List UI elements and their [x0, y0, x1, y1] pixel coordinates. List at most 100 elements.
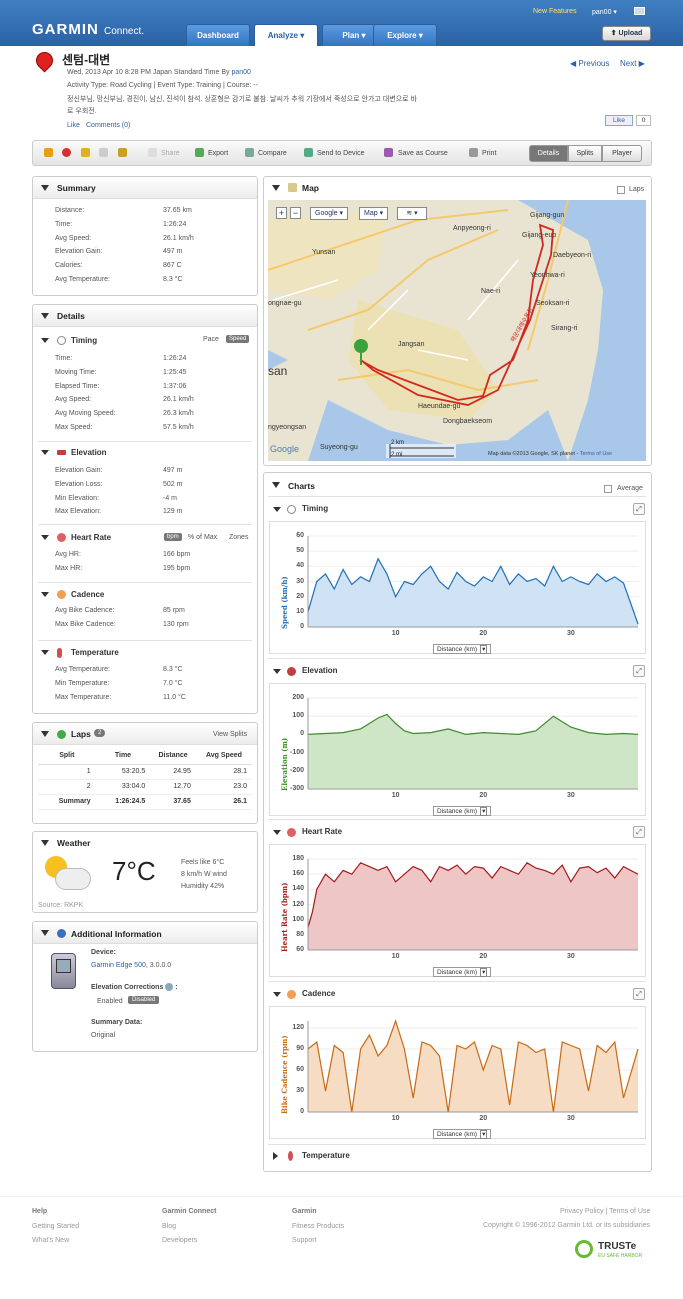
distance-axis-dropdown[interactable]: Distance (km) ▾: [433, 644, 492, 654]
edit-icon[interactable]: [44, 148, 53, 157]
truste-logo[interactable]: TRUSTe: [598, 1241, 636, 1252]
cadence-icon: [57, 590, 66, 599]
view-splits-button[interactable]: Splits: [568, 145, 602, 162]
elevation-icon: [287, 667, 296, 676]
elevation-collapse-icon[interactable]: [273, 669, 281, 674]
temperature-collapse-icon[interactable]: [41, 650, 49, 655]
expand-chart-icon[interactable]: ⤢: [633, 988, 645, 1000]
average-checkbox[interactable]: [604, 485, 612, 493]
upload-button[interactable]: ⬆ Upload: [602, 26, 651, 41]
garmin-logo[interactable]: GARMIN Connect.: [32, 21, 144, 38]
distance-axis-dropdown[interactable]: Distance (km) ▾: [433, 806, 492, 816]
laps-checkbox-label: Laps: [629, 186, 645, 193]
people-icon[interactable]: [118, 148, 127, 157]
share-button[interactable]: Share: [161, 150, 180, 157]
mail-icon[interactable]: [634, 7, 645, 15]
percent-max-toggle[interactable]: % of Max: [188, 534, 217, 541]
table-cell: 1: [38, 764, 96, 780]
zones-toggle[interactable]: Zones: [229, 534, 248, 541]
cadence-collapse-icon[interactable]: [41, 592, 49, 597]
user-menu[interactable]: pan00 ▾: [592, 8, 617, 16]
activity-title[interactable]: 센텀-대변: [62, 51, 110, 68]
laps-checkbox[interactable]: [617, 186, 625, 194]
footer-col2-item[interactable]: Developers: [162, 1237, 197, 1244]
help-icon[interactable]: [165, 983, 174, 991]
timing-title: Timing: [71, 336, 98, 345]
hr-collapse-icon[interactable]: [41, 535, 49, 540]
star-icon[interactable]: [99, 148, 108, 157]
device-link[interactable]: Garmin Edge 500: [91, 962, 146, 969]
collapse-icon[interactable]: [272, 482, 280, 488]
google-provider-dropdown[interactable]: Google ▾: [310, 207, 349, 220]
distance-axis-dropdown[interactable]: Distance (km) ▾: [433, 1129, 492, 1139]
timing-label: Time:: [55, 355, 73, 362]
elevation-disabled-toggle[interactable]: Disabled: [128, 996, 160, 1004]
table-cell: 12.70: [150, 779, 196, 795]
tab-analyze[interactable]: Analyze ▾: [254, 24, 318, 46]
zoom-in-button[interactable]: +: [276, 207, 287, 219]
tab-dashboard[interactable]: Dashboard: [186, 24, 250, 46]
user-link[interactable]: pan00: [231, 69, 250, 76]
activity-description[interactable]: 정신부님, 망신부님, 경진이, 남신, 진석이 참석. 상훈형은 감기로 불참…: [67, 94, 497, 104]
collapse-icon[interactable]: [41, 840, 49, 846]
delete-icon[interactable]: [62, 148, 71, 157]
distance-axis-dropdown[interactable]: Distance (km) ▾: [433, 967, 492, 977]
view-splits-link[interactable]: View Splits: [213, 731, 247, 738]
print-button[interactable]: Print: [482, 150, 496, 157]
like-link[interactable]: Like: [67, 122, 80, 129]
previous-link[interactable]: ◀ Previous: [570, 59, 610, 68]
expand-chart-icon[interactable]: ⤢: [633, 826, 645, 838]
map-type-dropdown[interactable]: Map ▾: [359, 207, 389, 220]
privacy-terms-links[interactable]: Privacy Policy | Terms of Use: [560, 1208, 650, 1215]
compare-button[interactable]: Compare: [258, 150, 287, 157]
heart-rate-collapse-icon[interactable]: [273, 830, 281, 835]
footer-col3-item[interactable]: Support: [292, 1237, 317, 1244]
bpm-toggle[interactable]: bpm: [164, 533, 182, 541]
zoom-out-button[interactable]: −: [290, 207, 301, 219]
send-to-device-button[interactable]: Send to Device: [317, 150, 364, 157]
elevation-value: 502 m: [163, 480, 183, 488]
activity-type-line: Activity Type: Road Cycling | Event Type…: [67, 82, 258, 89]
temperature-label: Avg Temperature:: [55, 666, 110, 673]
speed-toggle[interactable]: Speed: [226, 335, 250, 343]
tab-explore[interactable]: Explore ▾: [373, 24, 437, 46]
temperature-expand-icon[interactable]: [273, 1152, 278, 1160]
save-as-course-button[interactable]: Save as Course: [398, 150, 448, 157]
alert-icon[interactable]: [81, 148, 90, 157]
new-features-link[interactable]: New Features: [533, 8, 577, 15]
expand-chart-icon[interactable]: ⤢: [633, 503, 645, 515]
clock-icon: [287, 505, 296, 514]
export-button[interactable]: Export: [208, 150, 228, 157]
footer-col3-item[interactable]: Fitness Products: [292, 1223, 344, 1230]
cadence-collapse-icon[interactable]: [273, 992, 281, 997]
footer-col2-item[interactable]: Blog: [162, 1223, 176, 1230]
temperature-chart-title[interactable]: Temperature: [302, 1151, 350, 1160]
expand-chart-icon[interactable]: ⤢: [633, 665, 645, 677]
comments-link[interactable]: Comments (0): [86, 122, 130, 129]
layers-dropdown[interactable]: ≋ ▾: [397, 207, 427, 220]
route-map[interactable]: + − Google ▾ Map ▾ ≋ ▾ Gijang-gun Anpyeon…: [268, 200, 646, 461]
timing-collapse-icon[interactable]: [41, 338, 49, 343]
table-cell: Summary: [38, 794, 96, 810]
view-player-button[interactable]: Player: [602, 145, 642, 162]
pace-toggle[interactable]: Pace: [203, 336, 219, 343]
view-details-button[interactable]: Details: [529, 145, 568, 162]
elevation-collapse-icon[interactable]: [41, 450, 49, 455]
next-link[interactable]: Next ▶: [620, 59, 645, 68]
map-terms-link[interactable]: Terms of Use: [580, 451, 612, 457]
laps-header-time: Time: [95, 747, 151, 765]
footer-col1-item[interactable]: What's New: [32, 1237, 69, 1244]
elevation-label: Max Elevation:: [55, 508, 101, 516]
facebook-like-button[interactable]: Like: [605, 115, 633, 126]
footer-col1-item[interactable]: Getting Started: [32, 1223, 79, 1230]
collapse-icon[interactable]: [272, 185, 280, 191]
timing-label: Moving Time:: [55, 368, 97, 376]
collapse-icon[interactable]: [41, 930, 49, 936]
collapse-icon[interactable]: [41, 731, 49, 737]
elevation-enabled-toggle[interactable]: Enabled: [97, 998, 123, 1005]
timing-collapse-icon[interactable]: [273, 507, 281, 512]
collapse-icon[interactable]: [41, 185, 49, 191]
collapse-icon[interactable]: [41, 313, 49, 319]
elevation-value: 129 m: [163, 508, 183, 516]
table-cell: 33:04.0: [95, 779, 151, 795]
